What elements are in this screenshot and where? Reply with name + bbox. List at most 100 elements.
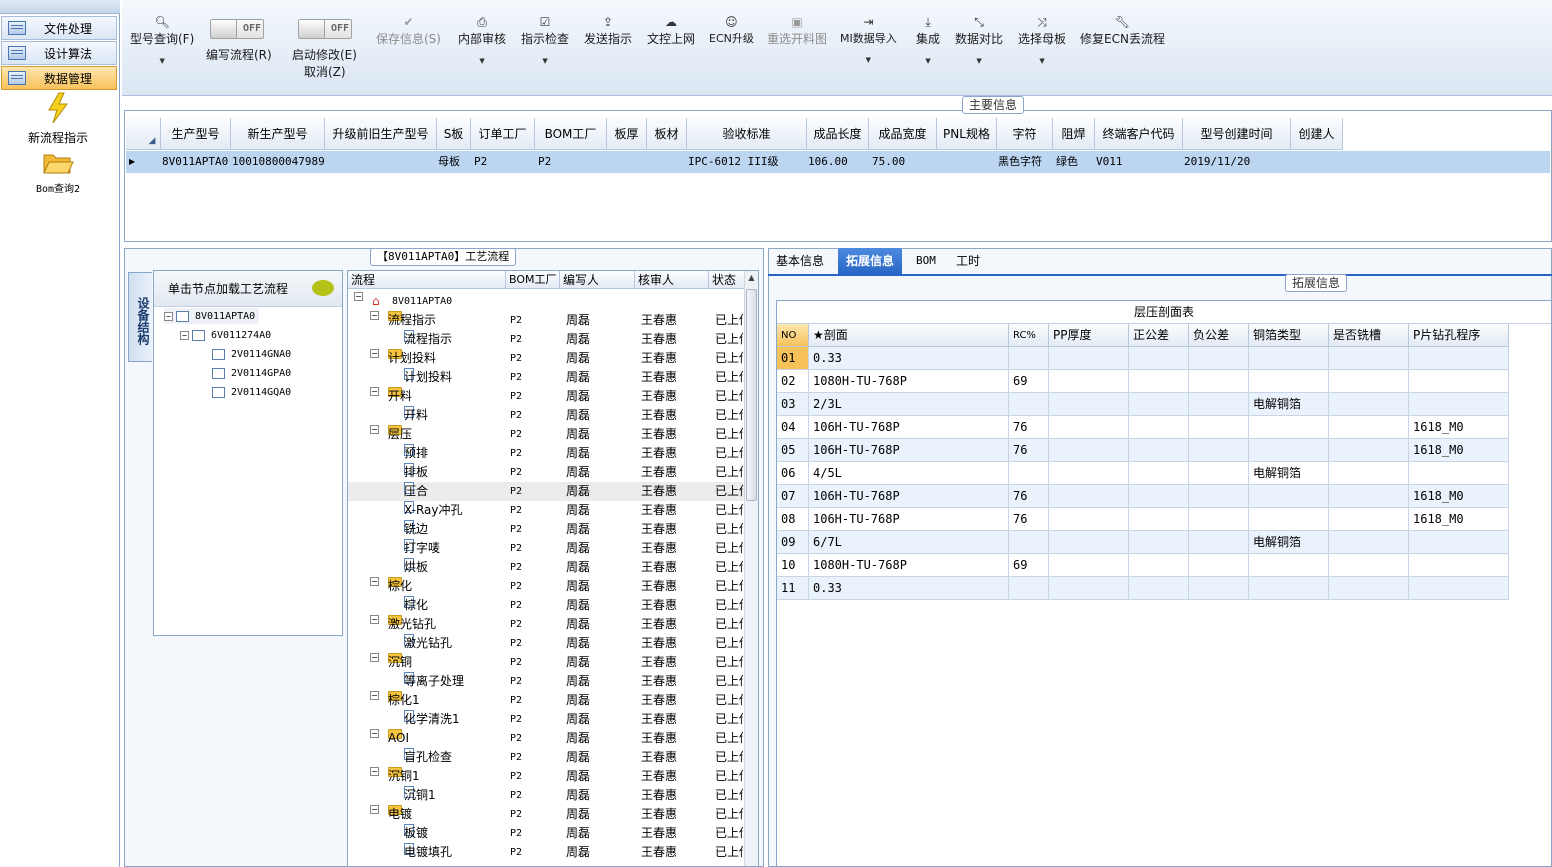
flow-group-row[interactable]: −计划投料P2周磊王春惠已上传 [348,349,744,368]
table-cell[interactable] [1409,577,1509,600]
flow-group-row[interactable]: −激光钻孔P2周磊王春惠已上传 [348,615,744,634]
table-cell[interactable] [1409,554,1509,577]
flow-group-row[interactable]: −层压P2周磊王春惠已上传 [348,425,744,444]
table-cell[interactable] [1329,485,1409,508]
row-number[interactable]: 06 [777,462,809,485]
table-cell[interactable] [1049,577,1129,600]
column-header[interactable]: BOM工厂 [535,118,607,150]
table-cell[interactable] [1409,393,1509,416]
table-cell[interactable] [1249,416,1329,439]
doc-online-button[interactable]: ☁ 文控上网 [647,14,695,47]
dropdown-arrow-icon[interactable]: ▼ [521,57,569,65]
table-cell[interactable] [1189,531,1249,554]
model-query-button[interactable]: 🔍︎ 型号查询(F) ▼ [130,14,194,65]
table-cell[interactable]: 电解铜箔 [1249,462,1329,485]
table-cell[interactable] [1189,416,1249,439]
cancel-button[interactable]: 取消(Z) [304,63,346,80]
tab-basic-info[interactable]: 基本信息 [768,248,832,274]
table-cell[interactable]: 1080H-TU-768P [809,370,1009,393]
ecn-upgrade-button[interactable]: ☺ ECN升级 [709,14,754,46]
tab-extended-info[interactable]: 拓展信息 [838,248,903,274]
table-cell[interactable] [1009,577,1049,600]
flow-group-row[interactable]: −电镀P2周磊王春惠已上传 [348,805,744,824]
table-cell[interactable]: 76 [1009,439,1049,462]
table-cell[interactable]: 2/3L [809,393,1009,416]
table-cell[interactable] [1009,393,1049,416]
tree-node[interactable]: − 6V011274A0 [180,327,271,343]
flow-step-row[interactable]: 板镀 P2 周磊 王春惠 已上传 [348,824,744,843]
flow-group-row[interactable]: −沉铜P2周磊王春惠已上传 [348,653,744,672]
table-cell[interactable] [1329,393,1409,416]
dropdown-arrow-icon[interactable]: ▼ [840,56,897,64]
table-cell[interactable] [1189,485,1249,508]
table-cell[interactable] [1329,508,1409,531]
table-cell[interactable] [1329,554,1409,577]
row-number[interactable]: 08 [777,508,809,531]
table-cell[interactable]: 1080H-TU-768P [809,554,1009,577]
table-cell[interactable]: 76 [1009,416,1049,439]
flow-group-row[interactable]: −流程指示P2周磊王春惠已上传 [348,311,744,330]
dropdown-arrow-icon[interactable]: ▼ [458,57,506,65]
table-cell[interactable] [1189,577,1249,600]
column-header[interactable]: 升级前旧生产型号 [325,118,437,150]
nav-item-data-management[interactable]: 数据管理 [1,66,117,90]
flow-step-row[interactable]: 铣边 P2 周磊 王春惠 已上传 [348,520,744,539]
tree-node[interactable]: − 8V011APTA0 [164,308,260,324]
dropdown-arrow-icon[interactable]: ▼ [1018,57,1066,65]
column-header[interactable]: 订单工厂 [471,118,535,150]
table-cell[interactable]: 69 [1009,370,1049,393]
tree-node[interactable]: 2V0114GPA0 [212,365,291,381]
column-header[interactable]: 正公差 [1129,324,1189,347]
table-cell[interactable] [1049,370,1129,393]
table-cell[interactable] [1249,508,1329,531]
row-number[interactable]: 03 [777,393,809,416]
flow-step-row[interactable]: 激光钻孔 P2 周磊 王春惠 已上传 [348,634,744,653]
table-cell[interactable]: 106H-TU-768P [809,508,1009,531]
flow-group-row[interactable]: −AOIP2周磊王春惠已上传 [348,729,744,748]
tree-node[interactable]: 2V0114GQA0 [212,384,291,400]
flow-step-row[interactable]: 排板 P2 周磊 王春惠 已上传 [348,463,744,482]
table-cell[interactable]: 106H-TU-768P [809,439,1009,462]
column-header[interactable]: PNL规格 [937,118,997,150]
dropdown-arrow-icon[interactable]: ▼ [130,57,194,65]
table-cell[interactable] [1189,393,1249,416]
flow-step-row[interactable]: 沉铜1 P2 周磊 王春惠 已上传 [348,786,744,805]
table-cell[interactable] [1049,347,1129,370]
table-cell[interactable] [1249,554,1329,577]
flow-step-row[interactable]: 开料 P2 周磊 王春惠 已上传 [348,406,744,425]
flow-group-row[interactable]: −棕化P2周磊王春惠已上传 [348,577,744,596]
row-number[interactable]: 02 [777,370,809,393]
table-cell[interactable] [1189,347,1249,370]
table-cell[interactable] [1249,577,1329,600]
column-header[interactable]: 板厚 [607,118,647,150]
column-header[interactable]: 核审人 [635,271,709,289]
data-compare-button[interactable]: ⤡ 数据对比 ▼ [955,14,1003,65]
column-header[interactable]: 是否铣槽 [1329,324,1409,347]
table-cell[interactable] [1129,462,1189,485]
reselect-cut-chart-button[interactable]: ▣ 重选开料图 [767,14,827,47]
flow-group-row[interactable]: −棕化1P2周磊王春惠已上传 [348,691,744,710]
table-cell[interactable]: 69 [1009,554,1049,577]
select-mother-board-button[interactable]: ⤨ 选择母板 ▼ [1018,14,1066,65]
row-number[interactable]: 09 [777,531,809,554]
table-cell[interactable] [1129,531,1189,554]
table-cell[interactable] [1249,347,1329,370]
table-cell[interactable]: 106H-TU-768P [809,485,1009,508]
mi-import-button[interactable]: ⇥ MI数据导入 ▼ [840,14,897,64]
flow-step-row[interactable]: 等离子处理 P2 周磊 王春惠 已上传 [348,672,744,691]
table-cell[interactable] [1129,439,1189,462]
table-cell[interactable] [1049,439,1129,462]
flow-step-row[interactable]: 压合 P2 周磊 王春惠 已上传 [348,482,744,501]
table-cell[interactable] [1129,554,1189,577]
scrollbar-thumb[interactable] [746,289,757,501]
table-cell[interactable] [1189,439,1249,462]
start-modify-toggle[interactable]: OFF [298,19,352,39]
tab-bom[interactable]: BOM [908,248,944,274]
column-header[interactable]: 板材 [647,118,687,150]
flow-step-row[interactable]: 打字唛 P2 周磊 王春惠 已上传 [348,539,744,558]
table-cell[interactable] [1329,347,1409,370]
column-header[interactable]: 成品长度 [807,118,869,150]
table-cell[interactable]: 电解铜箔 [1249,393,1329,416]
vertical-scrollbar[interactable]: ▲ [744,271,758,866]
table-cell[interactable]: 0.33 [809,577,1009,600]
